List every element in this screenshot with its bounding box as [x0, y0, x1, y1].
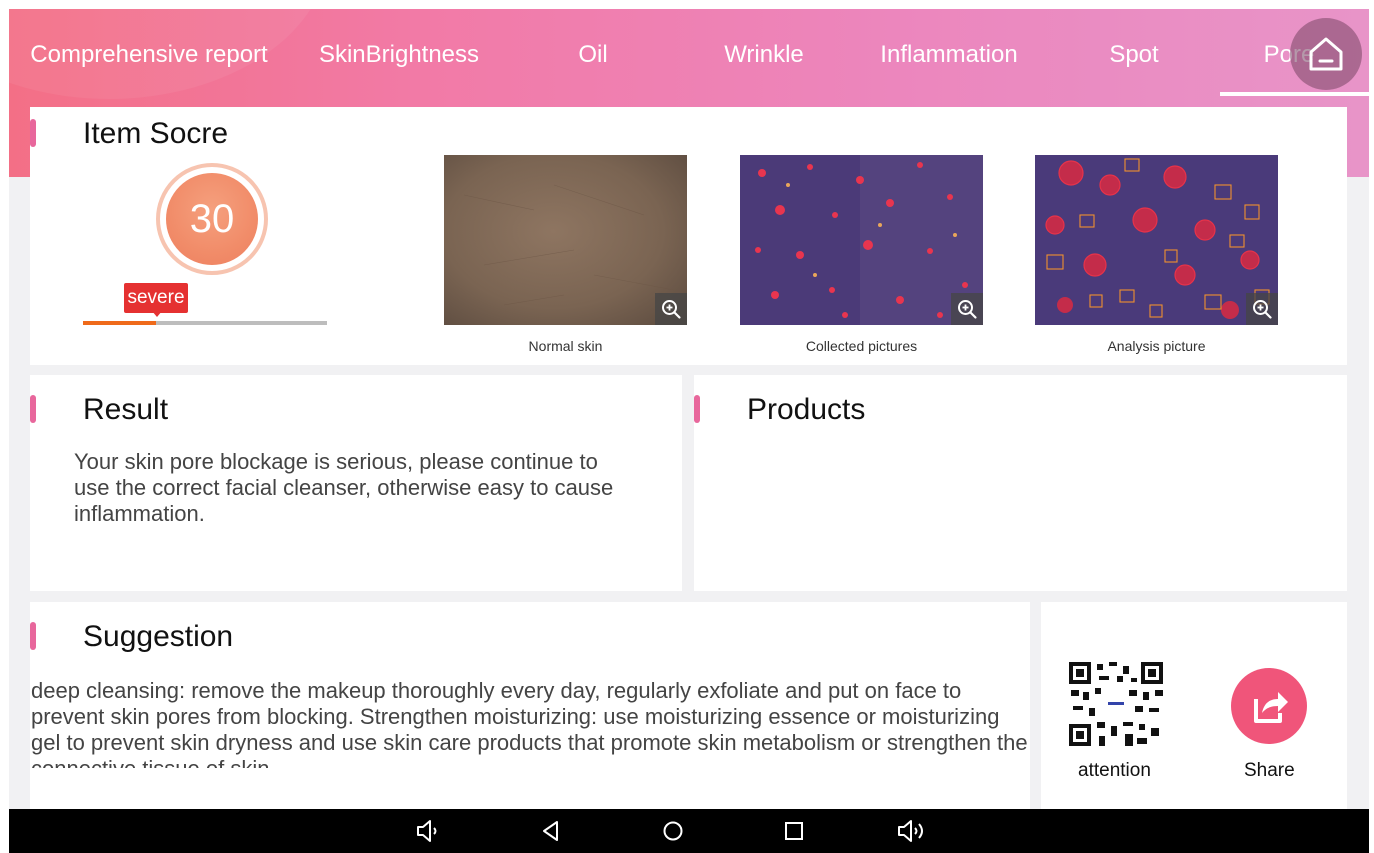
home-button[interactable] — [1290, 18, 1362, 90]
item-score-card: Item Socre 30 severe Normal skin Collect… — [30, 107, 1347, 365]
app-screen: Comprehensive report SkinBrightness Oil … — [9, 9, 1369, 853]
analysis-picture-caption: Analysis picture — [1107, 338, 1206, 354]
tab-oil[interactable]: Oil — [543, 9, 643, 101]
zoom-in-icon — [662, 300, 681, 319]
recent-apps-button[interactable] — [774, 815, 814, 847]
section-marker — [30, 622, 36, 650]
home-icon — [1309, 37, 1343, 71]
volume-down-button[interactable] — [409, 815, 449, 847]
result-card: Result Your skin pore blockage is seriou… — [30, 375, 682, 591]
tab-wrinkle[interactable]: Wrinkle — [704, 9, 824, 101]
suggestion-card: Suggestion deep cleansing: remove the ma… — [30, 602, 1030, 809]
collected-picture-photo[interactable] — [740, 155, 983, 325]
volume-up-button[interactable] — [892, 815, 932, 847]
analysis-picture-image — [1035, 155, 1278, 325]
result-text: Your skin pore blockage is serious, plea… — [74, 449, 614, 526]
attention-label: attention — [1078, 760, 1151, 781]
share-card: attention Share — [1041, 602, 1347, 809]
item-score-title: Item Socre — [83, 117, 229, 150]
recent-apps-icon — [785, 822, 803, 840]
zoom-in-icon — [958, 300, 977, 319]
volume-up-icon — [898, 820, 923, 842]
tab-spot[interactable]: Spot — [1084, 9, 1184, 101]
normal-skin-image — [444, 155, 687, 325]
collected-picture-image — [740, 155, 983, 325]
tab-bar: Comprehensive report SkinBrightness Oil … — [9, 9, 1369, 105]
active-tab-indicator — [1220, 92, 1369, 96]
section-marker — [30, 395, 36, 423]
section-marker — [30, 119, 36, 147]
zoom-button[interactable] — [1246, 293, 1278, 325]
zoom-in-icon — [1253, 300, 1272, 319]
result-title: Result — [83, 393, 169, 426]
zoom-button[interactable] — [951, 293, 983, 325]
share-label: Share — [1244, 760, 1295, 781]
severity-bar-fill — [83, 321, 157, 325]
analysis-picture-photo[interactable] — [1035, 155, 1278, 325]
collected-picture-caption: Collected pictures — [805, 338, 918, 354]
share-button[interactable] — [1231, 668, 1307, 744]
home-circle-icon — [663, 821, 683, 841]
normal-skin-photo[interactable] — [444, 155, 687, 325]
normal-skin-caption: Normal skin — [528, 338, 603, 354]
share-icon — [1254, 692, 1288, 723]
qr-code-icon — [1069, 662, 1163, 746]
system-navigation-bar — [9, 809, 1369, 853]
zoom-button[interactable] — [655, 293, 687, 325]
back-icon — [543, 821, 558, 841]
section-marker — [694, 395, 700, 423]
back-button[interactable] — [531, 815, 571, 847]
score-ring: 30 — [156, 163, 268, 275]
home-nav-button[interactable] — [653, 815, 693, 847]
severity-badge: severe — [124, 283, 188, 317]
suggestion-title: Suggestion — [83, 620, 234, 653]
volume-down-icon — [417, 820, 437, 842]
tab-inflammation[interactable]: Inflammation — [859, 9, 1039, 101]
score-value: 30 — [166, 173, 258, 265]
severity-bar — [83, 321, 327, 325]
products-card: Products — [694, 375, 1347, 591]
products-title: Products — [747, 393, 866, 426]
tab-skin-brightness[interactable]: SkinBrightness — [299, 9, 499, 101]
attention-qr-code[interactable] — [1069, 662, 1163, 746]
suggestion-text: deep cleansing: remove the makeup thorou… — [31, 678, 1028, 768]
tab-comprehensive-report[interactable]: Comprehensive report — [29, 9, 269, 101]
